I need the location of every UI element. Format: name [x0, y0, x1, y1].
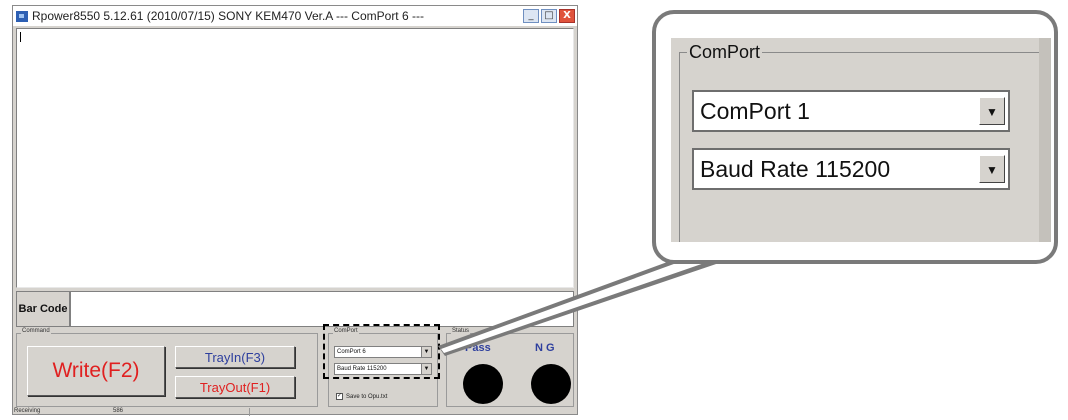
zoom-callout: ComPort ComPort 1 ▼ Baud Rate 115200 ▼: [652, 10, 1058, 264]
zoomed-group-frame: [679, 52, 1040, 242]
zoomed-comport-select[interactable]: ComPort 1 ▼: [692, 90, 1010, 132]
chevron-down-icon[interactable]: ▼: [979, 155, 1005, 183]
zoomed-baud-rate-select-value: Baud Rate 115200: [700, 156, 891, 182]
zoomed-comport-select-value: ComPort 1: [700, 98, 810, 124]
zoomed-comport-label: ComPort: [687, 42, 763, 63]
zoomed-window-edge: [1039, 38, 1051, 242]
chevron-down-icon[interactable]: ▼: [979, 97, 1005, 125]
zoomed-comport-group: ComPort ComPort 1 ▼ Baud Rate 115200 ▼: [671, 38, 1040, 242]
zoomed-baud-rate-select[interactable]: Baud Rate 115200 ▼: [692, 148, 1010, 190]
